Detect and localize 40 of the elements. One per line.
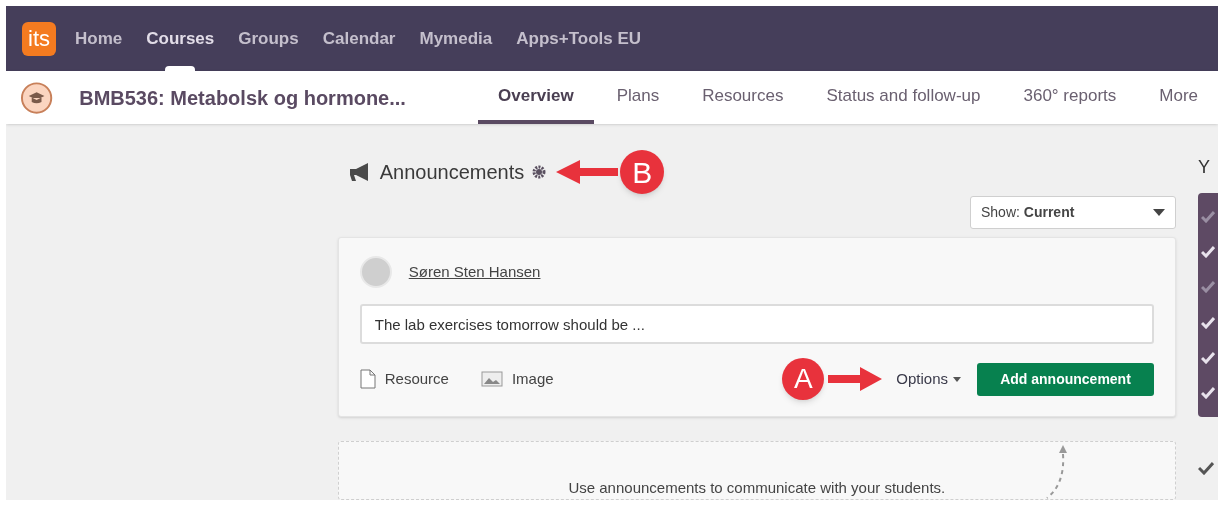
add-announcement-button[interactable]: Add announcement (977, 362, 1154, 396)
nav-link[interactable]: Calendar (313, 6, 405, 71)
arrow-icon (554, 158, 621, 186)
nav-link[interactable]: Home (66, 6, 132, 71)
filter-dropdown[interactable]: Show: Current (970, 196, 1176, 229)
callout-badge: B (620, 150, 665, 194)
check-icon (1201, 351, 1215, 364)
nav-link[interactable]: Mymedia (410, 6, 502, 71)
check-icon (1201, 316, 1215, 329)
attach-button[interactable]: Resource (359, 367, 449, 391)
empty-hint: Use announcements to communicate with your students. (568, 479, 946, 497)
callout-badge: A (782, 358, 825, 400)
course-tab[interactable]: Status and follow-up (806, 71, 1001, 124)
caret-icon (953, 376, 961, 382)
caret-icon (1153, 209, 1165, 216)
course-tab[interactable]: 360° reports (1003, 71, 1137, 124)
settings-icon[interactable] (532, 165, 547, 179)
image-icon (480, 371, 503, 387)
announcement-input[interactable]: The lab exercises tomorrow should be ... (359, 304, 1154, 344)
course-tab[interactable]: More (1139, 71, 1218, 124)
check-icon (1201, 281, 1215, 294)
graduation-cap-icon (20, 80, 54, 115)
nav-link[interactable]: Courses (137, 6, 224, 71)
avatar (359, 256, 392, 288)
check-icon (1198, 461, 1214, 475)
course-tab[interactable]: Plans (596, 71, 680, 124)
panel-heading: Y (1198, 156, 1211, 179)
attach-button[interactable]: Image (480, 367, 554, 391)
author-link[interactable]: Søren Sten Hansen (408, 260, 541, 284)
nav-link[interactable]: Apps+Tools EU (507, 6, 651, 71)
nav-link[interactable]: Groups (229, 6, 308, 71)
course-tab[interactable]: Overview (478, 71, 594, 124)
check-icon (1201, 210, 1215, 223)
section-title: Announcements (379, 160, 525, 185)
check-icon (1201, 246, 1215, 258)
options-button[interactable]: Options (894, 367, 963, 391)
check-icon (1201, 387, 1215, 400)
document-icon (359, 369, 376, 389)
course-title: BMB536: Metabolsk og hormone... (79, 85, 407, 111)
course-tab[interactable]: Resources (682, 71, 804, 124)
